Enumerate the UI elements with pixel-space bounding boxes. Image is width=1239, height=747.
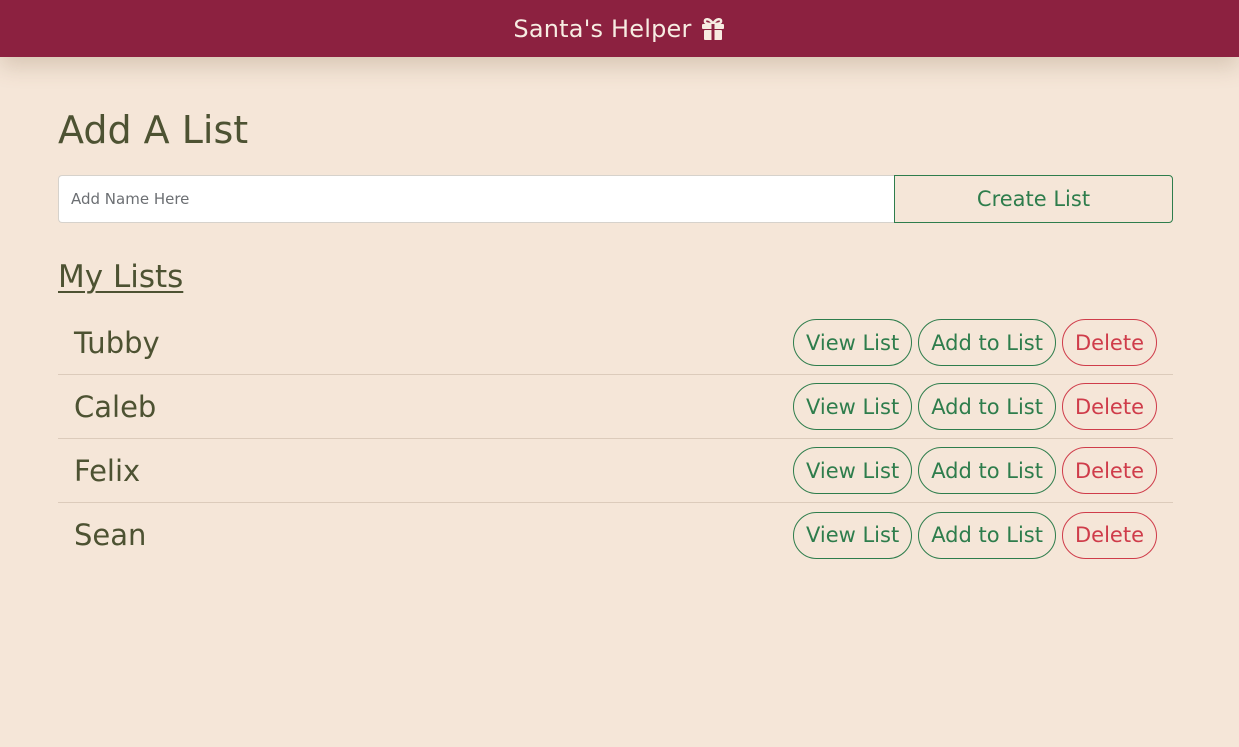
app-title: Santa's Helper <box>513 14 692 43</box>
add-to-list-button[interactable]: Add to List <box>918 383 1056 430</box>
lists: Tubby View List Add to List Delete Caleb… <box>58 311 1173 567</box>
delete-button[interactable]: Delete <box>1062 383 1157 430</box>
gift-icon <box>701 17 724 40</box>
delete-button[interactable]: Delete <box>1062 447 1157 494</box>
main-content: Add A List Create List My Lists Tubby Vi… <box>58 57 1173 567</box>
view-list-button[interactable]: View List <box>792 383 913 430</box>
view-list-button[interactable]: View List <box>792 319 913 366</box>
list-actions: View List Add to List Delete <box>792 383 1157 430</box>
delete-button[interactable]: Delete <box>1062 511 1157 559</box>
create-list-button[interactable]: Create List <box>894 175 1173 223</box>
list-item: Tubby View List Add to List Delete <box>58 311 1173 375</box>
view-list-button[interactable]: View List <box>792 447 913 494</box>
list-name: Felix <box>74 453 141 488</box>
list-actions: View List Add to List Delete <box>792 447 1157 494</box>
list-item: Felix View List Add to List Delete <box>58 439 1173 503</box>
list-name: Caleb <box>74 389 157 424</box>
list-item: Sean View List Add to List Delete <box>58 503 1173 567</box>
navbar: Santa's Helper <box>0 0 1239 57</box>
add-to-list-button[interactable]: Add to List <box>918 511 1056 559</box>
list-actions: View List Add to List Delete <box>792 511 1157 559</box>
page-title: Add A List <box>58 108 249 152</box>
add-list-form: Create List <box>58 175 1173 223</box>
delete-button[interactable]: Delete <box>1062 319 1157 366</box>
list-actions: View List Add to List Delete <box>792 319 1157 366</box>
name-input[interactable] <box>58 175 894 223</box>
brand[interactable]: Santa's Helper <box>513 15 725 43</box>
my-lists-heading: My Lists <box>58 259 184 295</box>
list-name: Sean <box>74 518 147 552</box>
list-name: Tubby <box>74 325 160 360</box>
add-to-list-button[interactable]: Add to List <box>918 319 1056 366</box>
list-item: Caleb View List Add to List Delete <box>58 375 1173 439</box>
add-to-list-button[interactable]: Add to List <box>918 447 1056 494</box>
view-list-button[interactable]: View List <box>792 511 913 559</box>
